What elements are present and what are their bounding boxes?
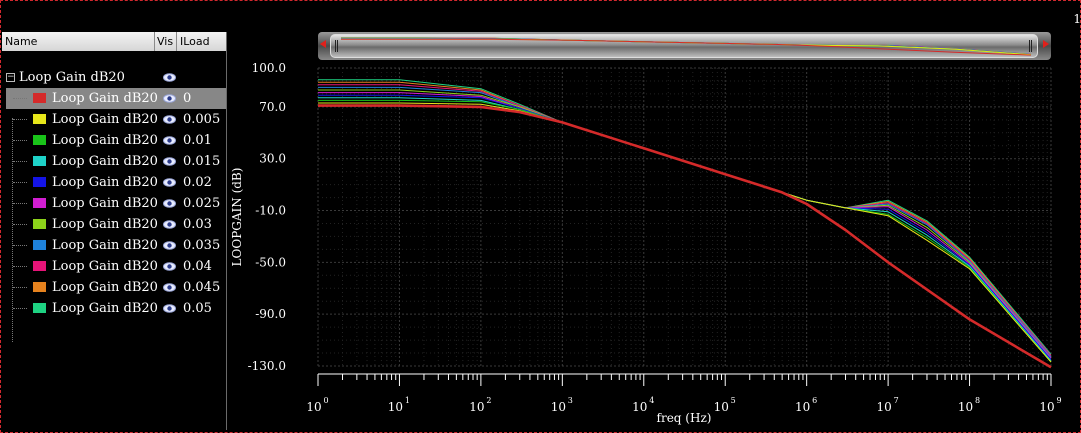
series-line[interactable] (318, 92, 1052, 359)
series-line[interactable] (318, 86, 1052, 358)
y-tick-label: -50.0 (255, 255, 286, 269)
y-tick-label: -90.0 (255, 307, 286, 321)
x-tick-exponent: 3 (568, 396, 573, 405)
x-tick-exponent: 7 (894, 396, 899, 405)
series-line[interactable] (318, 84, 1052, 356)
series-line[interactable] (318, 99, 1052, 363)
series-line[interactable] (318, 89, 1052, 359)
series-line[interactable] (318, 97, 1052, 362)
x-tick-label: 10 (795, 400, 810, 414)
x-tick-exponent: 2 (486, 396, 491, 405)
series-line[interactable] (318, 94, 1052, 360)
x-tick-exponent: 1 (405, 396, 410, 405)
x-tick-label: 10 (632, 400, 647, 414)
y-tick-label: -10.0 (255, 204, 286, 218)
y-tick-label: -130.0 (248, 359, 286, 373)
x-tick-label: 10 (388, 400, 403, 414)
x-tick-label: 10 (1039, 400, 1054, 414)
y-tick-label: 70.0 (259, 100, 286, 114)
x-tick-exponent: 9 (1056, 396, 1061, 405)
x-tick-exponent: 5 (731, 396, 736, 405)
x-tick-label: 10 (306, 400, 321, 414)
x-tick-label: 10 (714, 400, 729, 414)
x-tick-label: 10 (876, 400, 891, 414)
y-axis-label: LOOPGAIN (dB) (230, 168, 244, 267)
series-line[interactable] (318, 79, 1052, 355)
x-tick-exponent: 8 (975, 396, 980, 405)
loop-gain-plot[interactable]: -130.0-90.0-50.0-10.030.070.0100.010 0 10 1… (0, 0, 1081, 433)
x-tick-exponent: 6 (812, 396, 817, 405)
x-axis-label: freq (Hz) (657, 411, 712, 425)
x-tick-label: 10 (551, 400, 566, 414)
x-tick-exponent: 0 (323, 396, 328, 405)
y-tick-label: 100.0 (252, 61, 286, 75)
y-tick-label: 30.0 (259, 152, 286, 166)
x-tick-label: 10 (469, 400, 484, 414)
x-tick-exponent: 4 (649, 396, 654, 405)
x-tick-label: 10 (958, 400, 973, 414)
